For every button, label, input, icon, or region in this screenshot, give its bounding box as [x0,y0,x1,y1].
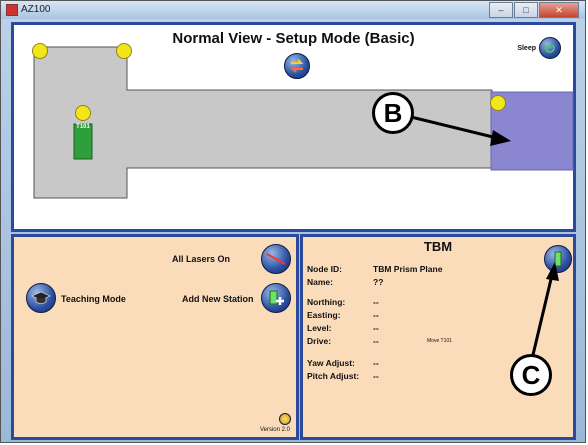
version-label: Version 2.0 [259,427,290,433]
drive-move-button[interactable]: Move T101 [427,338,452,344]
field-value: -- [373,310,379,320]
node-details-panel: TBM Node ID: TBM Prism Plane Name: ?? No… [300,234,576,440]
field-value: -- [373,336,379,346]
add-station-icon [269,290,284,305]
station-label: T101 [76,124,90,130]
window-title: AZ100 [21,4,51,15]
maximize-button[interactable]: □ [514,2,538,18]
field-value: -- [373,358,379,368]
sleep-button[interactable] [539,37,561,59]
teaching-mode-button[interactable] [26,283,56,313]
add-station-label: Add New Station [182,294,254,304]
callout-b: B [372,92,414,134]
minimize-button[interactable]: – [489,2,513,18]
node-marker[interactable] [490,95,506,111]
field-label: Drive: [307,336,332,346]
map-view-panel: T101 Normal View - Setup Mode (Basic) Sl… [11,22,576,232]
version-info-button[interactable] [279,413,291,425]
controls-panel: All Lasers On Add New Station Teaching M… [11,234,299,440]
node-marker[interactable] [75,105,91,121]
tunnel-floor-plan [33,46,493,199]
graduation-cap-icon [31,291,51,304]
callout-c-arrow [530,274,554,360]
swap-arrows-icon [290,59,304,73]
teaching-mode-label: Teaching Mode [61,294,126,304]
field-label: Node ID: [307,264,342,274]
power-icon [545,43,555,53]
details-title: TBM [423,239,453,254]
field-label: Pitch Adjust: [307,371,360,381]
add-station-button[interactable] [261,283,291,313]
callout-c: C [510,354,552,396]
all-lasers-label: All Lasers On [172,254,231,264]
field-value: ?? [373,277,384,287]
app-icon [6,4,18,16]
field-label: Yaw Adjust: [307,358,355,368]
field-label: Easting: [307,310,341,320]
view-title: Normal View - Setup Mode (Basic) [172,30,415,47]
station-icon [554,251,562,267]
laser-icon [266,253,286,265]
field-label: Level: [307,323,332,333]
station-action-button[interactable] [544,245,572,273]
field-value: -- [373,371,379,381]
sleep-control: Sleep [517,37,561,59]
field-label: Name: [307,277,333,287]
field-value: -- [373,297,379,307]
sleep-label: Sleep [517,44,536,52]
field-value: -- [373,323,379,333]
close-button[interactable]: ✕ [539,2,579,18]
field-value: TBM Prism Plane [373,264,443,274]
field-label: Northing: [307,297,346,307]
title-bar: AZ100 – □ ✕ [1,1,585,19]
all-lasers-button[interactable] [261,244,291,274]
mode-switch-button[interactable] [284,53,310,79]
